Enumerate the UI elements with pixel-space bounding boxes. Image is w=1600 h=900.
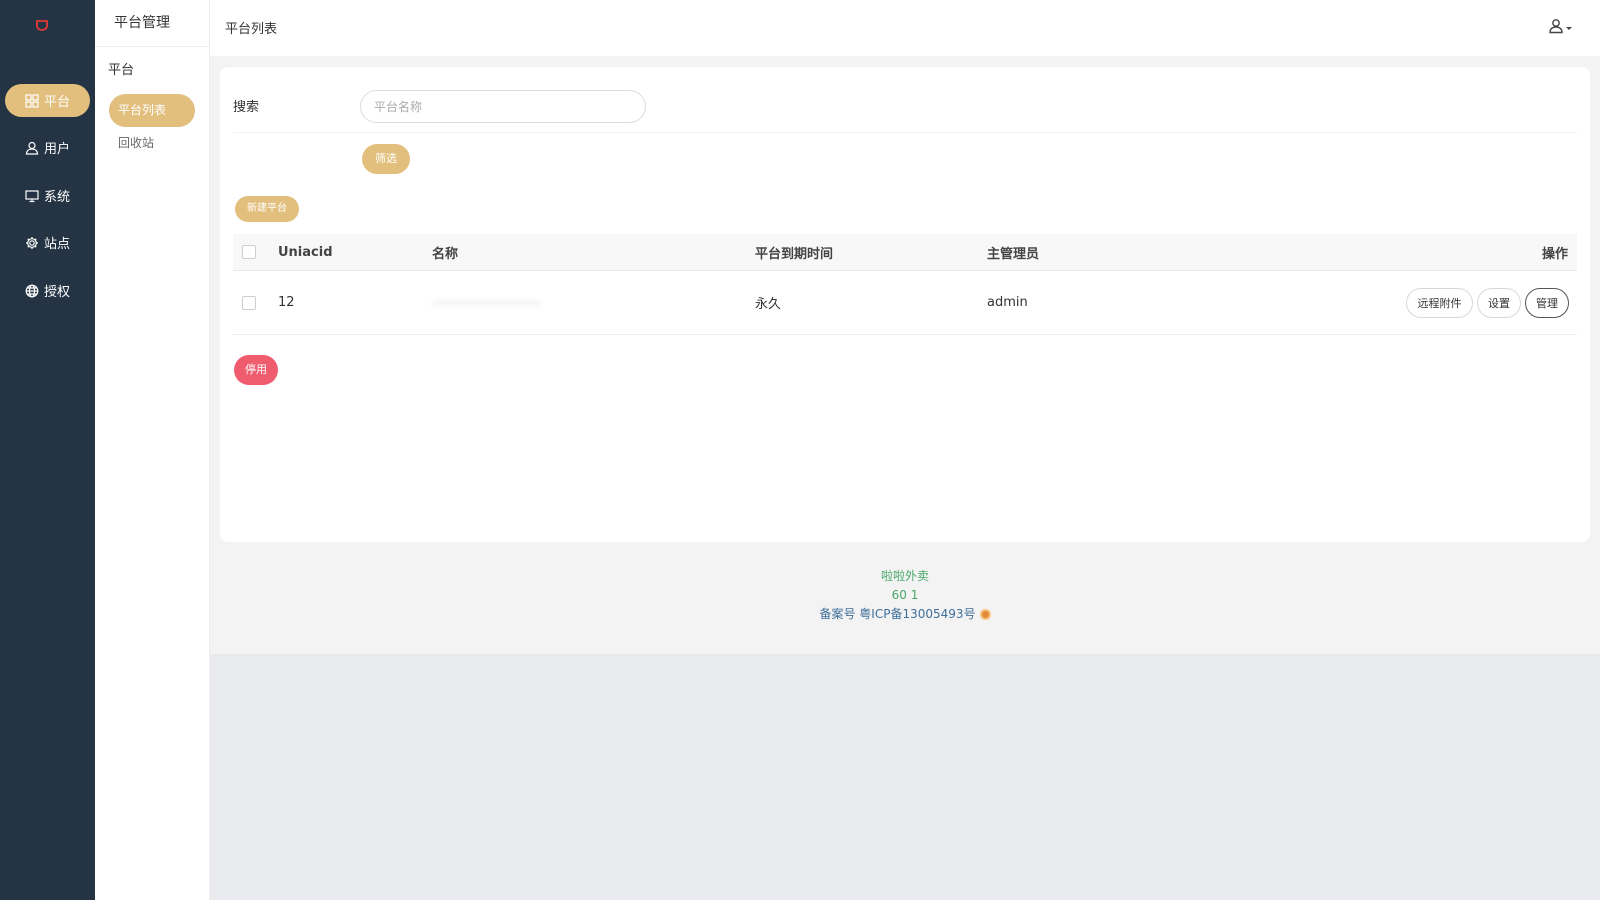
column-expire: 平台到期时间 [755,246,834,262]
column-name: 名称 [432,246,459,262]
nav-item-license[interactable]: 授权 [5,274,90,307]
nav-item-label: 平台 [43,95,70,110]
main-nav: 平台 用户 系统 站点 授权 [0,0,95,900]
filter-button[interactable]: 筛选 [362,144,410,174]
nav-item-label: 授权 [43,285,70,300]
cell-uniacid: 12 [278,295,295,310]
police-badge-icon [979,609,991,620]
nav-item-platform[interactable]: 平台 [5,84,90,117]
nav-item-label: 站点 [43,237,70,252]
select-all-checkbox[interactable] [242,245,256,259]
gear-icon [25,236,38,249]
cell-name [432,299,542,306]
table-header: Uniacid 名称 平台到期时间 主管理员 操作 [233,234,1577,271]
monitor-icon [25,189,39,202]
user-icon [25,141,39,155]
sub-sidebar: 平台管理 平台 平台列表 回收站 [95,0,210,900]
sidebar-item-platform-list[interactable]: 平台列表 [109,94,195,127]
user-menu[interactable] [1548,18,1572,34]
nav-item-system[interactable]: 系统 [5,179,90,212]
nav-item-site[interactable]: 站点 [5,226,90,259]
footer: 啦啦外卖 60 1 备案号 粤ICP备13005493号 [210,567,1600,624]
settings-button[interactable]: 设置 [1477,288,1521,318]
remote-attachment-button[interactable]: 远程附件 [1406,288,1473,318]
footer-icp-text: 备案号 粤ICP备13005493号 [819,607,976,621]
row-actions: 远程附件 设置 管理 [1402,288,1569,318]
user-icon [1549,19,1563,34]
column-admin: 主管理员 [987,246,1040,262]
column-uniacid: Uniacid [278,244,333,260]
new-platform-button[interactable]: 新建平台 [235,196,299,222]
disable-button[interactable]: 停用 [234,355,278,385]
nav-item-users[interactable]: 用户 [5,131,90,164]
row-checkbox[interactable] [242,295,256,310]
top-header: 平台列表 [210,0,1600,56]
page-title: 平台列表 [225,22,278,37]
sidebar-item-recycle-bin[interactable]: 回收站 [109,127,195,160]
footer-icp-link[interactable]: 备案号 粤ICP备13005493号 [819,605,991,624]
table-row: 12 永久 admin 远程附件 设置 管理 [233,271,1577,335]
footer-version: 60 1 [891,588,919,602]
sub-sidebar-title: 平台管理 [95,0,209,47]
sub-sidebar-group: 平台 [108,63,135,78]
footer-brand-link[interactable]: 啦啦外卖 [210,567,1600,586]
manage-button[interactable]: 管理 [1525,288,1569,318]
platform-list-panel: 搜索 筛选 新建平台 Uniacid 名称 平台到期时间 主管理员 操作 12 … [220,67,1590,542]
cell-admin: admin [987,295,1028,310]
globe-icon [25,284,39,297]
divider [233,132,1577,133]
cell-expire: 永久 [755,297,782,312]
search-input[interactable] [360,90,646,123]
logo-icon [36,20,48,31]
chevron-down-icon [1566,26,1572,30]
grid-icon [25,93,39,108]
nav-item-label: 用户 [43,142,70,157]
nav-item-label: 系统 [43,190,70,205]
search-label: 搜索 [233,100,260,115]
column-ops: 操作 [1541,246,1568,262]
